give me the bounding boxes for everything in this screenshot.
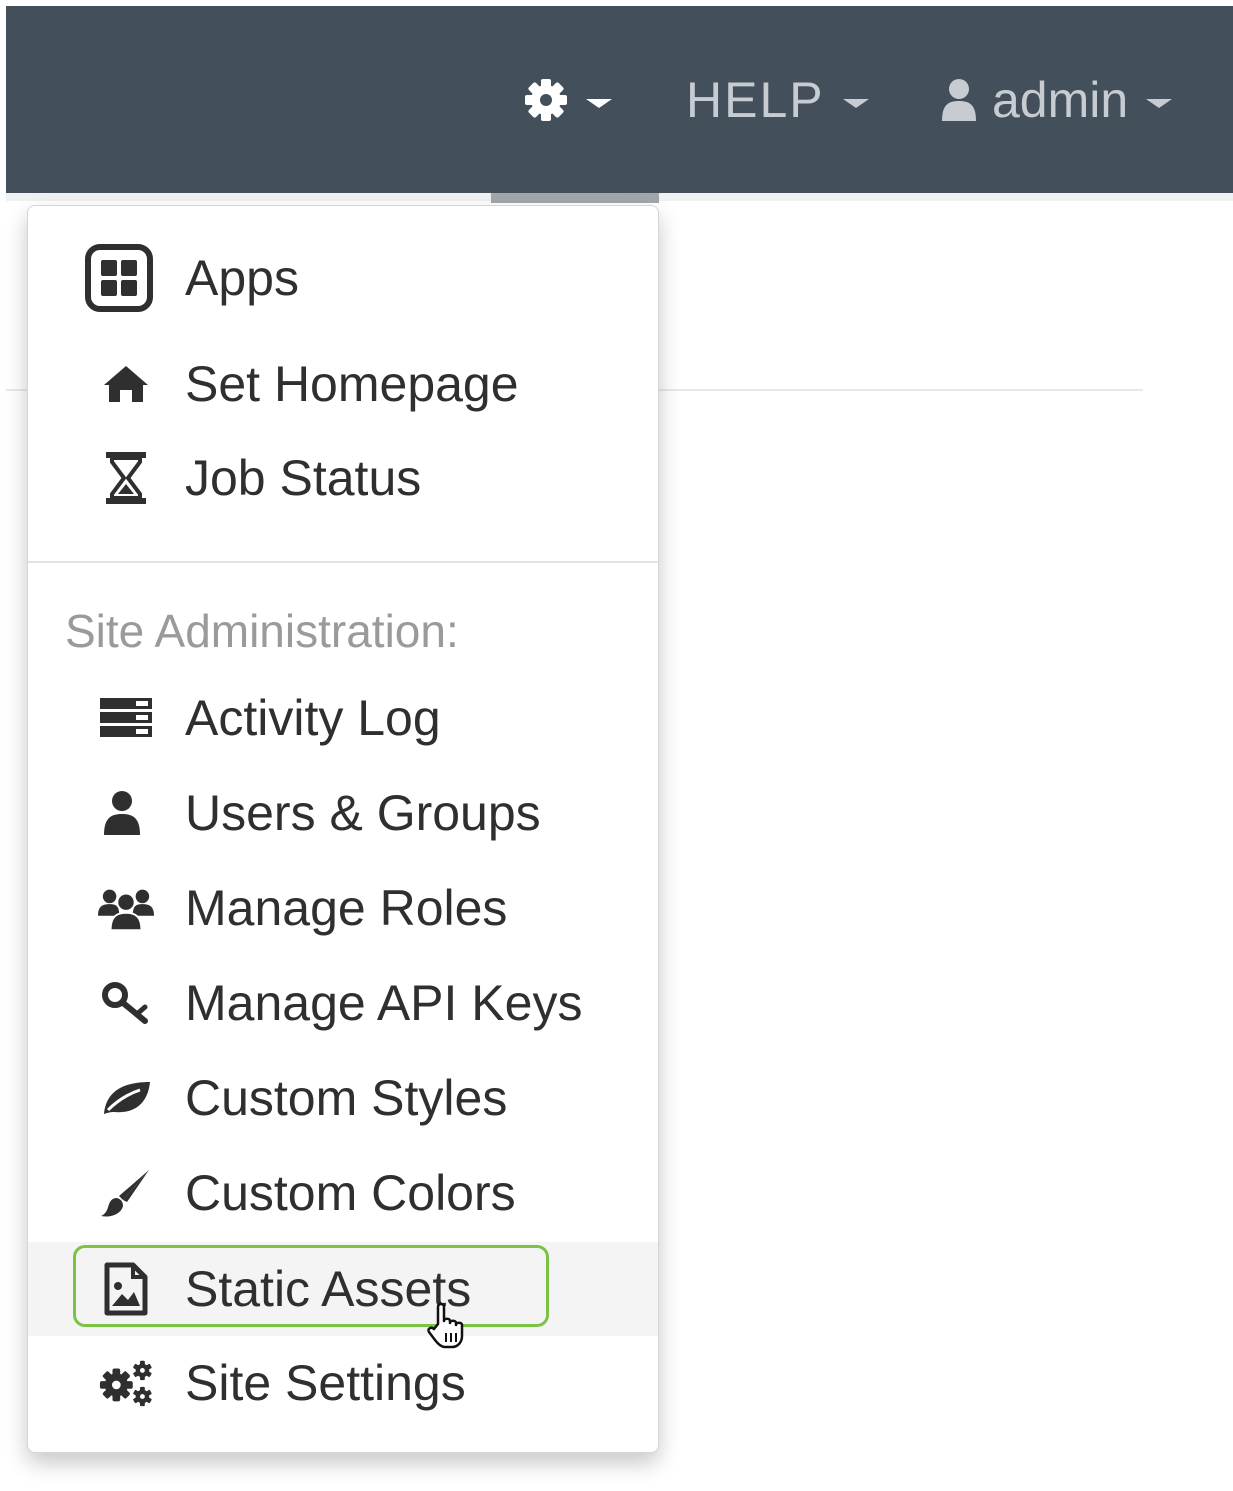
menu-item-custom-colors[interactable]: Custom Colors: [28, 1146, 658, 1240]
menu-item-label: Manage API Keys: [185, 975, 583, 1031]
menu-item-manage-roles[interactable]: Manage Roles: [28, 861, 658, 955]
settings-dropdown-menu: Apps Set Homepage Job Status Site Admini…: [27, 205, 659, 1453]
hourglass-icon: [98, 450, 154, 506]
menu-item-label: Activity Log: [185, 690, 441, 746]
menu-item-set-homepage[interactable]: Set Homepage: [28, 337, 658, 431]
menu-item-manage-api-keys[interactable]: Manage API Keys: [28, 956, 658, 1050]
menu-item-label: Apps: [185, 250, 299, 306]
user-name: admin: [992, 72, 1129, 128]
key-icon: [98, 975, 154, 1031]
menu-item-custom-styles[interactable]: Custom Styles: [28, 1051, 658, 1145]
paintbrush-icon: [98, 1165, 154, 1221]
gear-icon: [524, 78, 568, 122]
user-icon: [98, 785, 154, 841]
settings-active-indicator: [491, 193, 659, 203]
image-file-icon: [98, 1261, 154, 1317]
server-icon: [98, 690, 154, 746]
menu-item-static-assets[interactable]: Static Assets: [28, 1242, 658, 1349]
menu-item-job-status[interactable]: Job Status: [28, 431, 658, 525]
settings-menu-toggle[interactable]: [524, 70, 612, 130]
menu-item-label: Job Status: [185, 450, 422, 506]
site-administration-header: Site Administration:: [65, 605, 459, 657]
menu-item-label: Users & Groups: [185, 785, 541, 841]
menu-item-label: Custom Styles: [185, 1070, 508, 1126]
menu-item-users-groups[interactable]: Users & Groups: [28, 766, 658, 860]
home-icon: [98, 356, 154, 412]
help-label: HELP: [686, 72, 825, 128]
menu-item-label: Set Homepage: [185, 356, 519, 412]
chevron-down-icon: [1146, 98, 1173, 108]
menu-item-apps[interactable]: Apps: [28, 231, 658, 325]
menu-item-label: Manage Roles: [185, 880, 508, 936]
menu-item-label: Custom Colors: [185, 1165, 516, 1221]
user-icon: [940, 77, 978, 123]
leaf-icon: [98, 1070, 154, 1126]
group-icon: [98, 880, 154, 936]
chevron-down-icon: [586, 98, 612, 108]
menu-divider: [28, 561, 658, 563]
menu-item-label: Site Settings: [185, 1355, 466, 1411]
help-menu-toggle[interactable]: HELP: [686, 70, 869, 130]
menu-item-site-settings[interactable]: Site Settings: [28, 1336, 658, 1430]
user-menu-toggle[interactable]: admin: [940, 70, 1173, 130]
menu-item-activity-log[interactable]: Activity Log: [28, 671, 658, 765]
chevron-down-icon: [842, 98, 869, 108]
apps-grid-icon: [85, 244, 154, 312]
gears-icon: [98, 1355, 154, 1411]
